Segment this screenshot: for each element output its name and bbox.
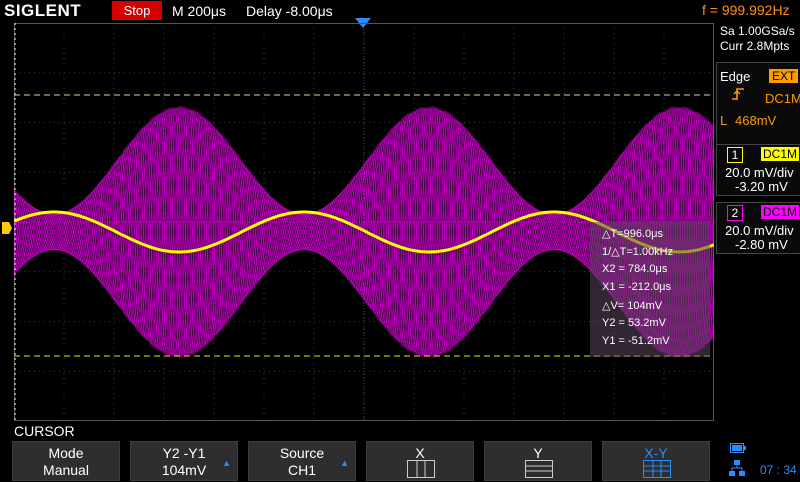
top-status-bar: SIGLENT Stop M 200μs Delay -8.00μs f = 9… bbox=[0, 0, 800, 22]
trigger-info-box[interactable]: Edge EXT DC1M L 468mV bbox=[716, 62, 800, 152]
network-icon bbox=[729, 460, 745, 476]
rising-edge-icon bbox=[731, 87, 745, 104]
delay-readout[interactable]: Delay -8.00μs bbox=[246, 3, 333, 19]
softkey-x-y-label: X-Y bbox=[644, 445, 668, 461]
softkey-y-label: Y bbox=[533, 445, 543, 461]
x-cursor-icon bbox=[407, 460, 435, 478]
trigger-level: 468mV bbox=[735, 113, 777, 128]
cursor-delta-v: △V= 104mV bbox=[602, 300, 663, 312]
cursor-x1: X1 = -212.0μs bbox=[602, 281, 672, 293]
channel-2-scale: 20.0 mV/div bbox=[725, 223, 794, 238]
adjust-arrow-icon: ▲ bbox=[340, 458, 349, 468]
system-clock: 07 : 34 bbox=[760, 463, 797, 477]
channel-2-info[interactable]: 2 DC1M 20.0 mV/div -2.80 mV bbox=[716, 202, 800, 254]
timebase-readout[interactable]: M 200μs bbox=[172, 3, 226, 19]
xy-cursor-icon bbox=[643, 460, 671, 478]
acquisition-info: Sa 1.00GSa/s Curr 2.8Mpts bbox=[720, 24, 795, 54]
channel-1-number: 1 bbox=[727, 147, 743, 163]
cursor-x2: X2 = 784.0μs bbox=[602, 263, 668, 275]
softkey-x-y[interactable]: X-Y bbox=[602, 441, 710, 481]
channel-1-offset: -3.20 mV bbox=[735, 179, 788, 194]
softkey-mode[interactable]: Mode Manual bbox=[12, 441, 120, 481]
trigger-coupling: DC1M bbox=[765, 91, 800, 106]
cursor-delta-t: △T=996.0μs bbox=[602, 228, 663, 240]
run-stop-badge[interactable]: Stop bbox=[112, 1, 162, 20]
memory-depth: Curr 2.8Mpts bbox=[720, 39, 790, 53]
channel-2-coupling: DC1M bbox=[761, 205, 800, 219]
trigger-type: Edge bbox=[720, 69, 751, 84]
softkey-mode-value: Manual bbox=[43, 462, 89, 478]
channel-1-level-marker-icon[interactable] bbox=[2, 222, 12, 234]
trigger-source-badge: EXT bbox=[769, 69, 799, 83]
trigger-level-label: L bbox=[720, 113, 728, 128]
brand-logo: SIGLENT bbox=[4, 1, 82, 20]
system-status-area: 07 : 34 bbox=[724, 441, 800, 479]
softkey-x-label: X bbox=[415, 445, 425, 461]
battery-icon bbox=[730, 443, 746, 453]
adjust-arrow-icon: ▲ bbox=[222, 458, 231, 468]
softkey-y[interactable]: Y bbox=[484, 441, 592, 481]
softkey-mode-label: Mode bbox=[48, 445, 84, 461]
channel-2-offset: -2.80 mV bbox=[735, 237, 788, 252]
cursor-inverse-delta-t: 1/△T=1.00kHz bbox=[602, 246, 674, 258]
sample-rate: Sa 1.00GSa/s bbox=[720, 24, 795, 38]
softkey-source[interactable]: Source CH1 ▲ bbox=[248, 441, 356, 481]
frequency-counter: f = 999.992Hz bbox=[702, 2, 790, 18]
channel-1-info[interactable]: 1 DC1M 20.0 mV/div -3.20 mV bbox=[716, 144, 800, 196]
cursor-readout-panel: △T=996.0μs 1/△T=1.00kHz X2 = 784.0μs X1 … bbox=[590, 222, 710, 357]
y-cursor-icon bbox=[525, 460, 553, 478]
channel-1-coupling: DC1M bbox=[761, 147, 800, 161]
cursor-y2: Y2 = 53.2mV bbox=[602, 317, 666, 329]
cursor-y1: Y1 = -51.2mV bbox=[602, 335, 670, 347]
softkey-y2-y1[interactable]: Y2 -Y1 104mV ▲ bbox=[130, 441, 238, 481]
channel-1-scale: 20.0 mV/div bbox=[725, 165, 794, 180]
channel-2-number: 2 bbox=[727, 205, 743, 221]
right-info-panel: Sa 1.00GSa/s Curr 2.8Mpts Edge EXT DC1M … bbox=[714, 22, 800, 422]
softkey-x[interactable]: X bbox=[366, 441, 474, 481]
menu-title: CURSOR bbox=[14, 423, 75, 439]
